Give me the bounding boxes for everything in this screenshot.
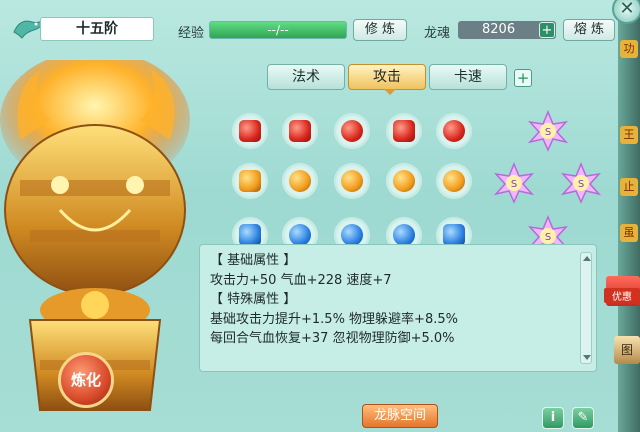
red-gem-icon (443, 120, 465, 142)
tab-attack[interactable]: 攻击 (348, 64, 426, 90)
gem-socket[interactable] (386, 113, 422, 149)
orange-gem-icon (393, 170, 415, 192)
red-gem-icon (239, 120, 261, 142)
cultivate-button[interactable]: 修 炼 (353, 19, 407, 41)
gem-socket[interactable] (436, 113, 472, 149)
special-attributes-header: 【 特殊属性 】 (210, 292, 297, 308)
red-gem-icon (341, 120, 363, 142)
star-gem-icon[interactable]: S (560, 162, 602, 204)
gem-socket[interactable] (282, 163, 318, 199)
gem-socket[interactable] (232, 163, 268, 199)
gem-socket[interactable] (282, 113, 318, 149)
guide-icon[interactable]: 图 (614, 336, 640, 364)
tab-spell[interactable]: 法术 (267, 64, 345, 90)
gem-socket[interactable] (334, 163, 370, 199)
special-attributes-line: 每回合气血恢复+37 忽视物理防御+5.0% (210, 331, 455, 347)
exp-label: 经验 (178, 26, 205, 41)
orange-gem-icon (443, 170, 465, 192)
hud-tag[interactable]: 虽 (620, 224, 638, 242)
right-hud-strip: 功 王 止 虽 (618, 0, 640, 432)
base-attributes-values: 攻击力+50 气血+228 速度+7 (210, 272, 392, 288)
scroll-down-icon[interactable] (583, 355, 591, 360)
exp-bar: --/-- (209, 21, 347, 39)
attributes-panel: 【 基础属性 】 攻击力+50 气血+228 速度+7 【 特殊属性 】 基础攻… (199, 244, 597, 372)
tier-label: 十五阶 (40, 17, 154, 41)
gem-socket[interactable] (232, 113, 268, 149)
hud-tag[interactable]: 王 (620, 126, 638, 144)
base-attributes-header: 【 基础属性 】 (210, 253, 297, 268)
dragon-vein-space-button[interactable]: 龙脉空间 (362, 404, 438, 428)
special-attributes-line: 基础攻击力提升+1.5% 物理躲避率+8.5% (210, 311, 458, 327)
blue-gem-icon (393, 224, 415, 246)
scroll-up-icon[interactable] (583, 256, 591, 261)
soul-add-button[interactable]: + (539, 22, 555, 38)
hud-tag[interactable]: 止 (620, 178, 638, 196)
star-gem-icon[interactable]: S (527, 110, 569, 152)
blue-gem-icon (443, 224, 465, 246)
gem-socket[interactable] (436, 163, 472, 199)
active-tab-arrow (384, 89, 396, 95)
tab-speed[interactable]: 卡速 (429, 64, 507, 90)
blue-gem-icon (289, 224, 311, 246)
red-gem-icon (393, 120, 415, 142)
svg-text:S: S (545, 127, 551, 138)
blue-gem-icon (341, 224, 363, 246)
refine-button[interactable]: 炼化 (58, 352, 114, 408)
gem-socket[interactable] (334, 113, 370, 149)
promo-label: 优惠 (604, 288, 640, 303)
hud-tag[interactable]: 功 (620, 40, 638, 58)
svg-text:S: S (578, 179, 584, 190)
edit-icon[interactable]: ✎ (572, 407, 594, 429)
star-gem-icon[interactable]: S (493, 162, 535, 204)
attributes-scrollbar[interactable] (580, 252, 592, 364)
red-gem-icon (289, 120, 311, 142)
blue-gem-icon (239, 224, 261, 246)
orange-gem-icon (289, 170, 311, 192)
smelt-button[interactable]: 熔 炼 (563, 19, 615, 41)
svg-text:S: S (511, 179, 517, 190)
info-icon[interactable]: i (542, 407, 564, 429)
add-tab-button[interactable]: + (514, 69, 532, 87)
orange-gem-icon (239, 170, 261, 192)
svg-text:S: S (545, 232, 551, 243)
soul-label: 龙魂 (424, 26, 451, 41)
guide-label: 图 (620, 343, 633, 357)
gem-socket[interactable] (386, 163, 422, 199)
orange-gem-icon (341, 170, 363, 192)
